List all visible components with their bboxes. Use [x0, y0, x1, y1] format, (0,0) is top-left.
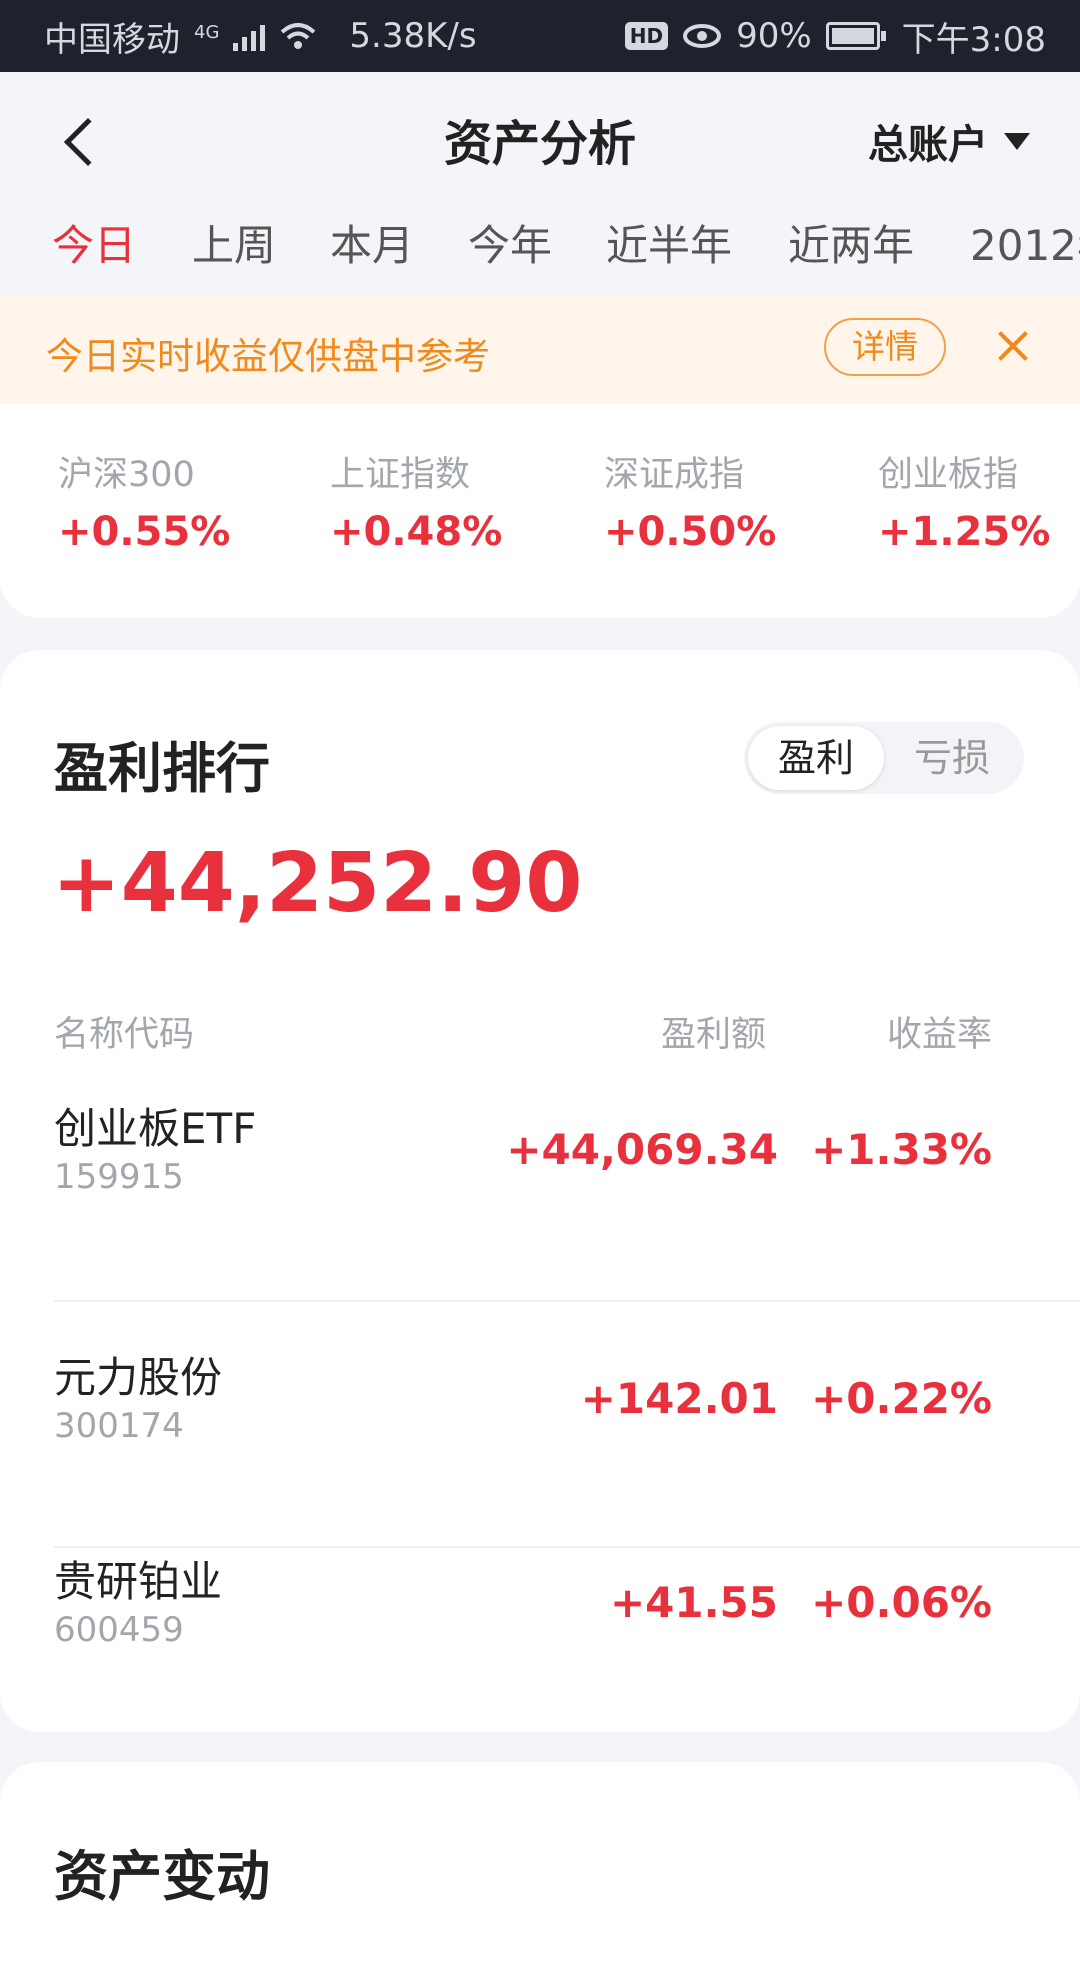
loss-segment[interactable]: 亏损: [884, 726, 1020, 790]
column-header-rate: 收益率: [886, 1015, 992, 1055]
index-item[interactable]: 创业板指 +1.25%: [878, 446, 1050, 555]
stock-code: 600459: [54, 1610, 184, 1650]
status-left: 中国移动 4G 5.38K/s: [44, 12, 477, 61]
stock-name: 贵研铂业: [54, 1557, 223, 1606]
index-item[interactable]: 沪深300 +0.55%: [58, 446, 230, 555]
status-bar: 中国移动 4G 5.38K/s HD 90% 下午3:08: [0, 0, 1080, 72]
stock-code: 159915: [54, 1157, 184, 1197]
asset-change-title: 资产变动: [54, 1845, 270, 1908]
status-right: HD 90% 下午3:08: [624, 12, 1046, 61]
battery-percent: 90%: [736, 16, 812, 56]
index-card: 沪深300 +0.55% 上证指数 +0.48% 深证成指 +0.50% 创业板…: [0, 404, 1080, 618]
index-item[interactable]: 深证成指 +0.50%: [604, 446, 776, 555]
column-header-name: 名称代码: [54, 1015, 195, 1055]
table-row[interactable]: 贵研铂业 600459 +41.55 +0.06%: [54, 1548, 1080, 1698]
stock-rate: +1.33%: [811, 1125, 992, 1174]
account-label: 总账户: [868, 122, 988, 168]
index-name: 沪深300: [58, 455, 195, 495]
index-name: 深证成指: [604, 455, 745, 495]
tab-today[interactable]: 今日: [52, 212, 136, 273]
index-change: +0.55%: [58, 509, 231, 555]
notice-text: 今日实时收益仅供盘中参考: [46, 335, 490, 378]
asset-change-card: 资产变动: [0, 1762, 1080, 1962]
column-header-profit: 盈利额: [660, 1015, 766, 1055]
tab-this-month[interactable]: 本月: [330, 212, 414, 273]
table-row[interactable]: 元力股份 300174 +142.01 +0.22%: [54, 1344, 1080, 1548]
tab-half-year[interactable]: 近半年: [606, 212, 732, 273]
stock-profit: +142.01: [580, 1374, 778, 1423]
profit-loss-toggle: 盈利 亏损: [744, 722, 1024, 794]
network-type: 4G: [194, 21, 220, 43]
index-change: +0.50%: [604, 509, 777, 555]
account-selector[interactable]: 总账户: [868, 112, 1030, 170]
carrier-label: 中国移动: [44, 19, 180, 60]
period-tabs: 今日 上周 本月 今年 近半年 近两年 2012年: [0, 212, 1080, 282]
eye-icon: [683, 24, 722, 48]
index-name: 上证指数: [330, 455, 471, 495]
tab-last-week[interactable]: 上周: [192, 212, 276, 273]
index-change: +1.25%: [878, 509, 1051, 555]
tab-two-years[interactable]: 近两年: [788, 212, 914, 273]
ranking-title: 盈利排行: [54, 737, 270, 800]
stock-name: 创业板ETF: [54, 1104, 257, 1153]
stock-profit: +44,069.34: [506, 1125, 778, 1174]
stock-rate: +0.22%: [811, 1374, 992, 1423]
notice-bar: 今日实时收益仅供盘中参考 详情: [0, 296, 1080, 404]
total-profit: +44,252.90: [52, 836, 583, 931]
table-row[interactable]: 创业板ETF 159915 +44,069.34 +1.33%: [54, 1095, 1080, 1302]
index-name: 创业板指: [878, 455, 1019, 495]
profit-ranking-card: 盈利排行 盈利 亏损 +44,252.90 名称代码 盈利额 收益率 创业板ET…: [0, 650, 1080, 1732]
notice-detail-button[interactable]: 详情: [824, 318, 946, 376]
network-speed: 5.38K/s: [349, 16, 477, 56]
wifi-icon: [281, 23, 316, 49]
profit-segment[interactable]: 盈利: [748, 726, 884, 790]
tab-this-year[interactable]: 今年: [468, 212, 552, 273]
stock-name: 元力股份: [54, 1353, 223, 1402]
hd-badge: HD: [624, 22, 669, 50]
close-icon[interactable]: [996, 329, 1030, 363]
signal-icon: [233, 21, 266, 51]
stock-code: 300174: [54, 1406, 184, 1446]
dropdown-arrow-icon: [1004, 132, 1030, 150]
tab-2012[interactable]: 2012年: [970, 212, 1080, 273]
clock: 下午3:08: [901, 19, 1046, 60]
index-item[interactable]: 上证指数 +0.48%: [330, 446, 502, 555]
battery-icon: [825, 22, 886, 50]
stock-profit: +41.55: [609, 1578, 778, 1627]
stock-rate: +0.06%: [811, 1578, 992, 1627]
index-change: +0.48%: [330, 509, 503, 555]
